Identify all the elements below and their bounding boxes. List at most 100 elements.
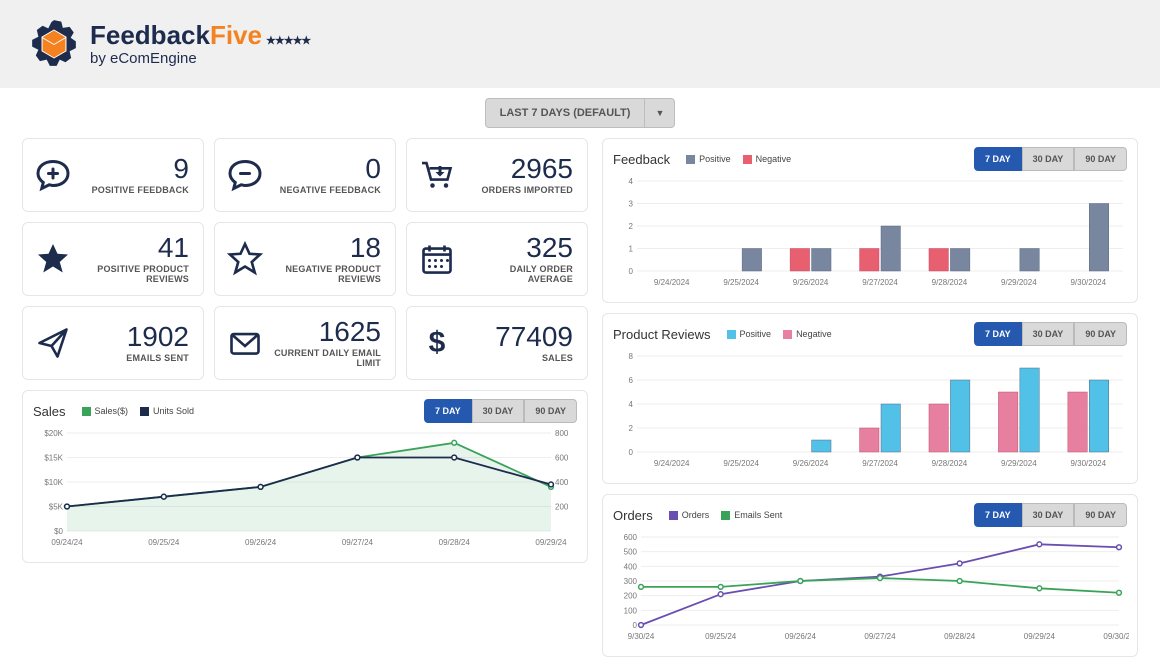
feedback-chart: 012349/24/20249/25/20249/26/20249/27/202…	[613, 177, 1129, 289]
svg-text:2: 2	[629, 424, 634, 433]
kpi-value: 0	[273, 155, 381, 183]
svg-text:4: 4	[629, 400, 634, 409]
kpi-label: NEGATIVE PRODUCT REVIEWS	[273, 264, 381, 284]
tab-90day[interactable]: 90 DAY	[1074, 503, 1127, 527]
card-daily-email-limit: 1625CURRENT DAILY EMAIL LIMIT	[214, 306, 396, 380]
svg-text:9/27/2024: 9/27/2024	[862, 459, 898, 468]
logo: FeedbackFive★★★★★ by eComEngine	[28, 18, 310, 70]
card-positive-feedback: 9 POSITIVE FEEDBACK	[22, 138, 204, 212]
svg-text:600: 600	[555, 454, 569, 463]
svg-text:$5K: $5K	[49, 503, 64, 512]
tab-90day[interactable]: 90 DAY	[1074, 147, 1127, 171]
svg-text:09/29/24: 09/29/24	[1024, 632, 1056, 641]
svg-text:0: 0	[629, 267, 634, 276]
legend-label: Emails Sent	[734, 510, 782, 520]
tab-7day[interactable]: 7 DAY	[974, 147, 1022, 171]
kpi-value: 9	[81, 155, 189, 183]
date-range-dropdown[interactable]: LAST 7 DAYS (DEFAULT) ▼	[485, 98, 676, 128]
chart-range-tabs: 7 DAY 30 DAY 90 DAY	[974, 147, 1127, 171]
svg-text:9/24/2024: 9/24/2024	[654, 459, 690, 468]
svg-text:400: 400	[555, 478, 569, 487]
tab-7day[interactable]: 7 DAY	[974, 322, 1022, 346]
chart-legend: Orders Emails Sent	[669, 510, 783, 520]
legend-label: Negative	[756, 154, 792, 164]
card-daily-order-avg: 325DAILY ORDER AVERAGE	[406, 222, 588, 296]
svg-text:3: 3	[629, 200, 634, 209]
feedback-chart-panel: Feedback Positive Negative 7 DAY 30 DAY …	[602, 138, 1138, 303]
kpi-label: DAILY ORDER AVERAGE	[465, 264, 573, 284]
chevron-down-icon: ▼	[645, 100, 674, 126]
orders-chart: 01002003004005006009/30/2409/25/2409/26/…	[613, 533, 1129, 643]
svg-text:09/28/24: 09/28/24	[944, 632, 976, 641]
svg-text:9/30/2024: 9/30/2024	[1070, 278, 1106, 287]
svg-text:9/26/2024: 9/26/2024	[793, 278, 829, 287]
svg-text:2: 2	[629, 222, 634, 231]
tab-90day[interactable]: 90 DAY	[1074, 322, 1127, 346]
legend-label: Sales($)	[95, 406, 129, 416]
gear-box-icon	[28, 18, 80, 70]
dollar-icon: $	[419, 325, 455, 361]
svg-text:9/25/2024: 9/25/2024	[723, 459, 759, 468]
kpi-label: POSITIVE FEEDBACK	[81, 185, 189, 195]
svg-text:0: 0	[629, 448, 634, 457]
kpi-label: NEGATIVE FEEDBACK	[273, 185, 381, 195]
svg-text:4: 4	[629, 177, 634, 186]
tab-30day[interactable]: 30 DAY	[1022, 147, 1075, 171]
envelope-icon	[227, 325, 263, 361]
svg-text:9/28/2024: 9/28/2024	[932, 459, 968, 468]
tab-90day[interactable]: 90 DAY	[524, 399, 577, 423]
reviews-chart-panel: Product Reviews Positive Negative 7 DAY …	[602, 313, 1138, 484]
svg-text:600: 600	[624, 533, 638, 542]
kpi-value: 41	[81, 234, 189, 262]
card-negative-reviews: 18NEGATIVE PRODUCT REVIEWS	[214, 222, 396, 296]
legend-label: Positive	[699, 154, 731, 164]
chart-legend: Positive Negative	[686, 154, 791, 164]
svg-text:9/29/2024: 9/29/2024	[1001, 459, 1037, 468]
svg-text:09/27/24: 09/27/24	[864, 632, 896, 641]
svg-text:$15K: $15K	[44, 454, 63, 463]
svg-text:800: 800	[555, 429, 569, 438]
card-orders-imported: 2965ORDERS IMPORTED	[406, 138, 588, 212]
kpi-value: 18	[273, 234, 381, 262]
date-range-label: LAST 7 DAYS (DEFAULT)	[486, 99, 646, 127]
logo-text: FeedbackFive★★★★★	[90, 22, 310, 48]
svg-text:09/26/24: 09/26/24	[245, 538, 277, 547]
kpi-label: EMAILS SENT	[81, 353, 189, 363]
svg-text:9/26/2024: 9/26/2024	[793, 459, 829, 468]
legend-label: Negative	[796, 329, 832, 339]
tab-30day[interactable]: 30 DAY	[1022, 503, 1075, 527]
kpi-value: 325	[465, 234, 573, 262]
svg-text:09/24/24: 09/24/24	[51, 538, 83, 547]
chart-range-tabs: 7 DAY 30 DAY 90 DAY	[424, 399, 577, 423]
legend-label: Units Sold	[153, 406, 194, 416]
svg-text:$20K: $20K	[44, 429, 63, 438]
chart-title: Feedback	[613, 152, 670, 167]
chart-legend: Positive Negative	[727, 329, 832, 339]
svg-text:09/30/24: 09/30/24	[1103, 632, 1129, 641]
svg-text:0: 0	[633, 621, 638, 630]
svg-text:200: 200	[555, 503, 569, 512]
tab-30day[interactable]: 30 DAY	[472, 399, 525, 423]
tab-30day[interactable]: 30 DAY	[1022, 322, 1075, 346]
svg-text:09/28/24: 09/28/24	[439, 538, 471, 547]
svg-text:6: 6	[629, 376, 634, 385]
svg-text:100: 100	[624, 606, 638, 615]
svg-text:$10K: $10K	[44, 478, 63, 487]
svg-text:9/30/2024: 9/30/2024	[1070, 459, 1106, 468]
svg-text:1: 1	[629, 245, 634, 254]
reviews-chart: 024689/24/20249/25/20249/26/20249/27/202…	[613, 352, 1129, 470]
kpi-label: SALES	[465, 353, 573, 363]
svg-text:300: 300	[624, 577, 638, 586]
svg-text:09/29/24: 09/29/24	[535, 538, 567, 547]
tab-7day[interactable]: 7 DAY	[974, 503, 1022, 527]
tab-7day[interactable]: 7 DAY	[424, 399, 472, 423]
card-negative-feedback: 0 NEGATIVE FEEDBACK	[214, 138, 396, 212]
chart-title: Product Reviews	[613, 327, 711, 342]
star-filled-icon	[35, 241, 71, 277]
svg-text:09/25/24: 09/25/24	[148, 538, 180, 547]
paper-plane-icon	[35, 325, 71, 361]
speech-minus-icon	[227, 157, 263, 193]
kpi-value: 1625	[273, 318, 381, 346]
sales-chart-panel: Sales Sales($) Units Sold 7 DAY 30 DAY 9…	[22, 390, 588, 563]
kpi-label: CURRENT DAILY EMAIL LIMIT	[273, 348, 381, 368]
